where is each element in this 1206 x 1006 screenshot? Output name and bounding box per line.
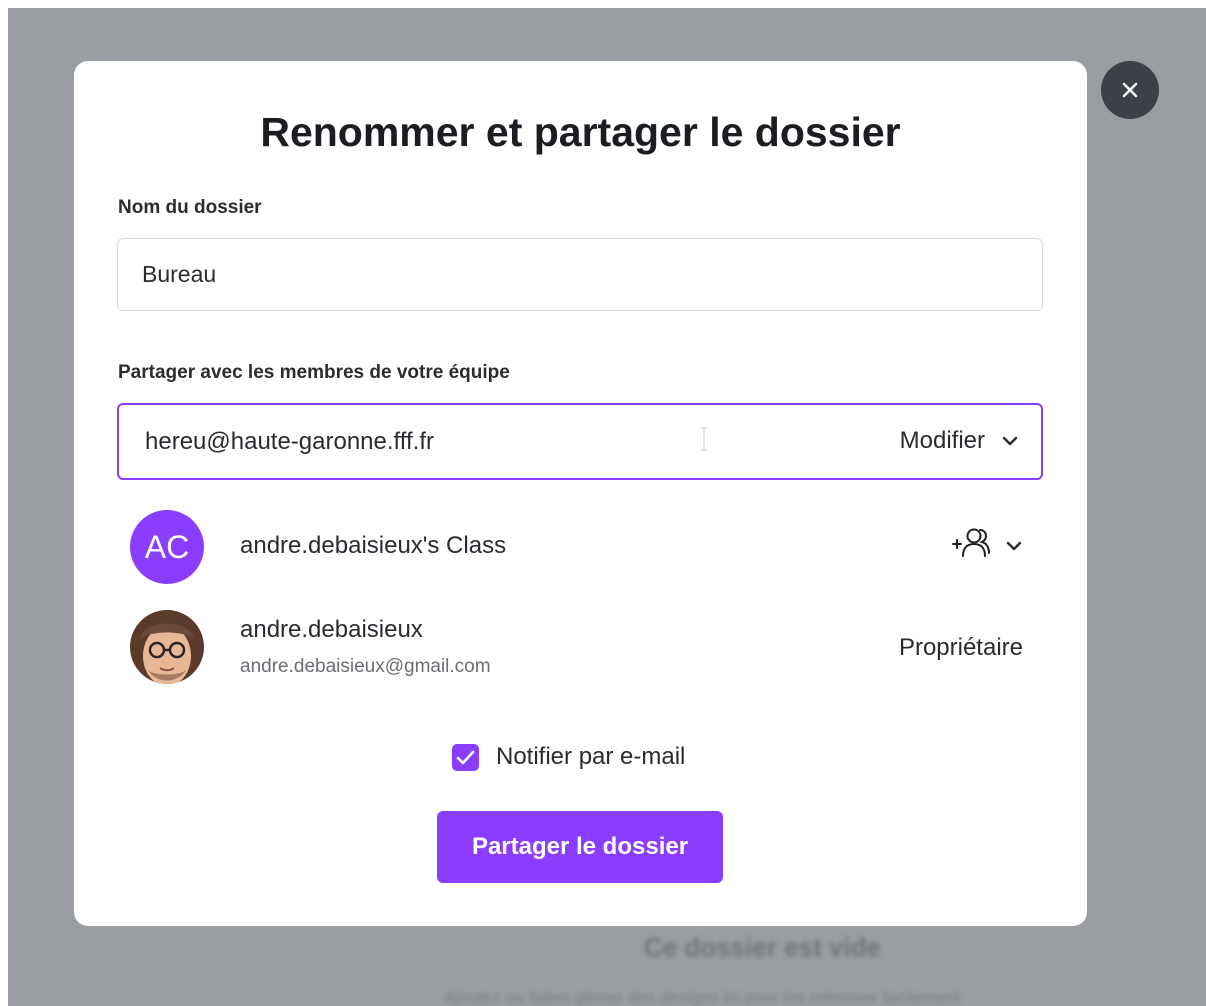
notify-checkbox[interactable] — [452, 743, 479, 771]
share-label: Partager avec les membres de votre équip… — [118, 362, 510, 383]
member-name: andre.debaisieux — [240, 616, 423, 643]
permission-value: Modifier — [899, 427, 985, 454]
avatar — [130, 610, 204, 684]
member-role: Propriétaire — [898, 634, 1023, 661]
chevron-down-icon — [1001, 435, 1019, 447]
member-role-dropdown[interactable] — [951, 526, 1023, 565]
avatar: AC — [130, 510, 204, 584]
close-icon — [1122, 82, 1138, 98]
add-group-icon — [951, 526, 991, 565]
chevron-down-icon — [1005, 540, 1023, 552]
rename-share-dialog: Renommer et partager le dossier Nom du d… — [74, 61, 1087, 926]
share-email-input[interactable]: hereu@haute-garonne.fff.fr Modifier — [117, 403, 1043, 480]
background-empty-title: Ce dossier est vide — [644, 932, 881, 962]
member-name: andre.debaisieux's Class — [240, 532, 507, 559]
text-cursor-icon — [699, 427, 709, 451]
member-row: andre.debaisieux andre.debaisieux@gmail.… — [130, 610, 1023, 684]
close-button[interactable] — [1101, 61, 1159, 119]
member-email: andre.debaisieux@gmail.com — [240, 656, 491, 677]
check-icon — [456, 750, 475, 764]
folder-name-input[interactable] — [117, 238, 1043, 311]
folder-name-label: Nom du dossier — [118, 197, 262, 218]
background-empty-subtitle: Ajoutez ou faites glisser des designs ic… — [444, 988, 960, 1006]
share-folder-button[interactable]: Partager le dossier — [437, 811, 723, 883]
notify-checkbox-row[interactable]: Notifier par e-mail — [452, 743, 685, 771]
dialog-title: Renommer et partager le dossier — [260, 109, 901, 155]
notify-label: Notifier par e-mail — [496, 743, 686, 770]
share-email-value: hereu@haute-garonne.fff.fr — [145, 428, 435, 455]
permission-dropdown[interactable]: Modifier — [900, 427, 1019, 455]
member-row: AC andre.debaisieux's Class — [130, 510, 1023, 584]
